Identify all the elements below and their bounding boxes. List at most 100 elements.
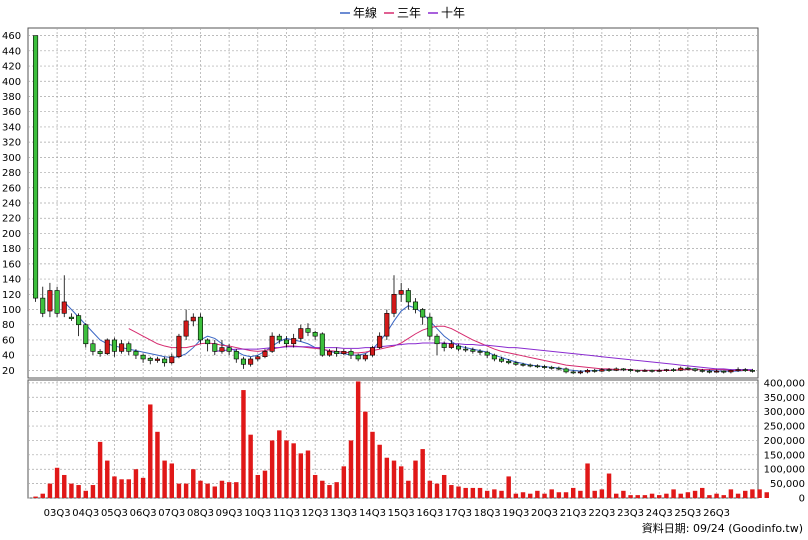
volume-bar (262, 470, 268, 498)
volume-bar (176, 483, 182, 498)
candle-body (527, 364, 533, 367)
volume-bar (83, 490, 88, 498)
price-tick-label: 80 (2, 320, 15, 331)
candle-body (649, 370, 655, 372)
volume-tick-label: 300,000 (764, 407, 805, 418)
volume-bar (592, 490, 597, 498)
candle-body (276, 335, 282, 341)
volume-bar (155, 431, 160, 498)
x-tick-label: 06Q3 (130, 508, 157, 519)
candle-body (585, 370, 591, 373)
volume-bar (649, 493, 655, 498)
volume-bar (320, 480, 325, 498)
volume-bar (692, 490, 698, 498)
candle-body (334, 351, 340, 354)
candle-body (298, 328, 304, 339)
candle-body (405, 290, 411, 303)
volume-bar (484, 490, 490, 498)
x-tick-label: 20Q3 (531, 508, 558, 519)
volume-bar (527, 493, 533, 498)
price-tick-label: 220 (2, 214, 21, 225)
volume-bar (470, 487, 476, 498)
candle-body (678, 367, 684, 371)
candle-body (613, 368, 619, 371)
candle-body (599, 369, 605, 372)
candle-body (563, 368, 569, 373)
candle-body (341, 351, 347, 354)
x-tick-label: 19Q3 (502, 508, 529, 519)
volume-bar (635, 495, 640, 498)
x-tick-label: 15Q3 (388, 508, 415, 519)
candle-body (520, 364, 526, 366)
candle-body (90, 343, 96, 352)
candle-body (104, 339, 110, 354)
price-tick-label: 140 (2, 275, 21, 286)
candle-body (699, 370, 705, 372)
volume-bar (47, 483, 53, 498)
candle-body (656, 370, 662, 372)
candle-body (154, 358, 160, 361)
candle-body (384, 313, 390, 337)
candle-body (369, 347, 376, 356)
candle-body (197, 316, 203, 341)
volume-bar (678, 493, 683, 498)
volume-bar (355, 381, 361, 498)
volume-bar (183, 483, 189, 498)
candle-body (420, 309, 426, 318)
candle-body (362, 354, 368, 360)
candle-body (577, 371, 583, 374)
x-tick-label: 16Q3 (416, 508, 443, 519)
volume-bar (513, 493, 519, 498)
volume-bar (764, 492, 769, 498)
volume-bar (305, 450, 311, 498)
volume-bar (133, 469, 139, 498)
candle-body (190, 316, 196, 322)
candle-body (499, 358, 505, 362)
volume-bar (585, 463, 590, 498)
volume-bar (377, 444, 382, 498)
volume-bar (148, 404, 153, 498)
volume-bar (62, 474, 67, 498)
candle-body (212, 343, 218, 352)
x-tick-label: 13Q3 (330, 508, 357, 519)
candle-body (685, 367, 691, 370)
x-tick-label: 14Q3 (359, 508, 386, 519)
candle-body (391, 294, 397, 314)
price-tick-label: 20 (2, 366, 15, 377)
volume-bar (363, 411, 368, 498)
candle-body (606, 369, 612, 371)
candle-body (592, 370, 598, 372)
volume-bar (40, 493, 45, 498)
volume-bar (97, 441, 103, 498)
volume-bar (277, 430, 282, 498)
volume-bar (241, 390, 246, 498)
volume-bar (578, 490, 583, 498)
volume-bar (291, 443, 296, 498)
candle-body (183, 320, 189, 337)
volume-tick-label: 100,000 (764, 465, 805, 476)
x-tick-label: 09Q3 (216, 508, 243, 519)
candle-body (76, 315, 82, 326)
volume-bar (90, 485, 96, 498)
volume-bar (348, 440, 354, 498)
volume-bar (33, 496, 38, 498)
candle-body (119, 343, 125, 352)
candle-body (305, 328, 311, 333)
volume-bar (212, 486, 218, 498)
volume-bar (334, 482, 339, 498)
x-tick-label: 25Q3 (674, 508, 701, 519)
candle-body (491, 354, 497, 360)
price-tick-label: 380 (2, 92, 21, 103)
volume-tick-label: 400,000 (764, 378, 805, 389)
volume-tick-label: 150,000 (764, 450, 805, 461)
candle-body (628, 369, 634, 371)
volume-bar (105, 460, 110, 498)
x-axis: 03Q3 04Q3 05Q3 06Q3 07Q3 08Q3 09Q3 10Q3 11Q3 12Q3… (44, 508, 730, 519)
volume-axis: 400,000 350,000 300,000 250,000 200,000 150,0… (764, 378, 805, 504)
x-tick-label: 03Q3 (44, 508, 71, 519)
volume-bar (255, 474, 261, 498)
price-tick-label: 160 (2, 259, 21, 270)
candle-body (248, 358, 254, 365)
volume-bar (248, 434, 253, 498)
volume-bar (721, 495, 726, 498)
